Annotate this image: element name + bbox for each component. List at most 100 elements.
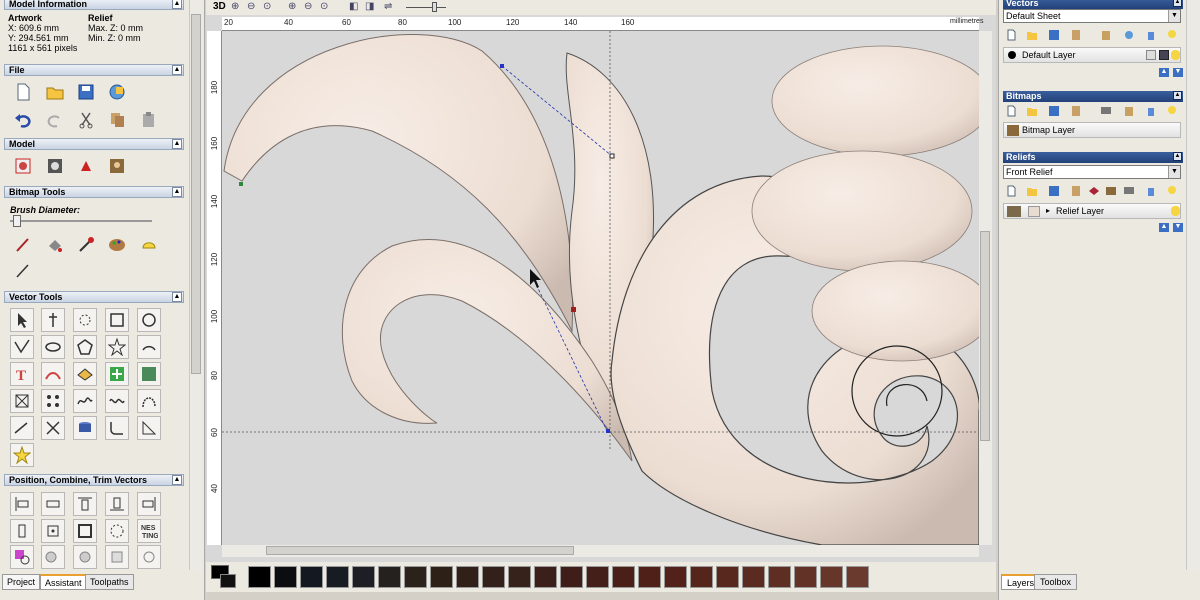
model-info-header[interactable]: Model Information ▲ [4, 0, 184, 10]
color-swatch[interactable] [430, 566, 453, 588]
color-swatch[interactable] [638, 566, 661, 588]
scroll-thumb[interactable] [980, 231, 990, 441]
scroll-thumb[interactable] [191, 14, 201, 374]
light-bulb-icon[interactable] [1171, 50, 1180, 60]
bitmap-monitor-icon[interactable] [1099, 105, 1113, 117]
relief-select[interactable]: Front Relief ▼ [1003, 165, 1181, 179]
clipboard-icon[interactable] [1099, 29, 1113, 41]
bitmap-properties-icon[interactable] [1069, 105, 1083, 117]
collapse-icon[interactable]: ▲ [172, 0, 182, 9]
copy-icon[interactable] [106, 109, 128, 131]
color-swatch[interactable] [508, 566, 531, 588]
file-header[interactable]: File ▲ [4, 64, 184, 76]
light-bulb-icon[interactable] [1165, 105, 1179, 117]
layer-visibility-icon[interactable] [1122, 29, 1136, 41]
collapse-icon[interactable]: ▲ [172, 139, 182, 149]
texture-icon[interactable] [137, 362, 161, 386]
vector-layer-row[interactable]: Default Layer [1003, 47, 1181, 63]
color-swatch[interactable] [456, 566, 479, 588]
control-point[interactable] [609, 153, 615, 159]
tab-toolpaths[interactable]: Toolpaths [85, 574, 134, 590]
circle-icon[interactable] [137, 308, 161, 332]
collapse-icon[interactable]: ▲ [1173, 152, 1182, 161]
light-bulb-icon[interactable] [1165, 185, 1179, 197]
calc-icon[interactable] [75, 155, 97, 177]
collapse-icon[interactable]: ▲ [1173, 91, 1182, 100]
collapse-icon[interactable]: ▲ [172, 475, 182, 485]
relief-combine-icon[interactable] [1087, 185, 1101, 197]
smooth-icon[interactable] [73, 389, 97, 413]
pencil-icon[interactable] [12, 260, 34, 282]
relief-layer-tools-icon[interactable] [1104, 185, 1118, 197]
nesting-icon[interactable]: NES TING [137, 519, 161, 543]
transform-icon[interactable] [73, 308, 97, 332]
paint-icon[interactable] [12, 234, 34, 256]
color-swatch[interactable] [612, 566, 635, 588]
open-layer-icon[interactable] [1025, 29, 1039, 41]
model-icon[interactable] [44, 155, 66, 177]
chevron-down-icon[interactable]: ▼ [1168, 10, 1180, 22]
open-relief-icon[interactable] [1025, 185, 1039, 197]
layer-pen-icon[interactable] [1159, 50, 1169, 60]
zoom-out-icon[interactable]: ⊖ [247, 1, 255, 12]
collapse-icon[interactable]: ▲ [172, 187, 182, 197]
open-bitmap-icon[interactable] [1025, 105, 1039, 117]
fill-icon[interactable] [44, 234, 66, 256]
trim-icon[interactable] [41, 416, 65, 440]
align-center-h-icon[interactable] [41, 492, 65, 516]
left-panel-scrollbar[interactable] [189, 0, 202, 570]
redo-icon[interactable] [44, 109, 66, 131]
collapse-icon[interactable]: ▲ [1173, 0, 1182, 7]
canvas-vscrollbar[interactable] [979, 31, 992, 545]
palette-icon[interactable] [106, 234, 128, 256]
intersect-icon[interactable] [105, 545, 129, 569]
center-v-icon[interactable] [10, 519, 34, 543]
tab-assistant[interactable]: Assistant [40, 574, 87, 590]
grid-icon[interactable] [10, 389, 34, 413]
star-icon[interactable] [105, 335, 129, 359]
selected-node[interactable] [571, 307, 576, 312]
save-layer-icon[interactable] [1047, 29, 1061, 41]
align-right-icon[interactable] [137, 492, 161, 516]
arc-icon[interactable] [137, 335, 161, 359]
layer-lock-icon[interactable] [1146, 50, 1156, 60]
bitmaps-header[interactable]: Bitmaps ▲ [1003, 91, 1183, 102]
model-header[interactable]: Model ▲ [4, 138, 184, 150]
color-swatch[interactable] [846, 566, 869, 588]
new-layer-icon[interactable] [1004, 29, 1018, 41]
rectangle-icon[interactable] [105, 308, 129, 332]
center-page-icon[interactable] [73, 519, 97, 543]
zoom-box-icon[interactable]: ⊕ [288, 1, 296, 12]
vectors-header[interactable]: Vectors ▲ [1003, 0, 1183, 9]
align-left-icon[interactable] [10, 492, 34, 516]
select-tool-icon[interactable] [10, 308, 34, 332]
color-swatch[interactable] [352, 566, 375, 588]
shape-fill-icon[interactable] [138, 234, 160, 256]
paste-icon[interactable] [138, 109, 160, 131]
color-swatch[interactable] [378, 566, 401, 588]
relief-icon[interactable] [12, 155, 34, 177]
move-down-icon[interactable]: ▼ [1173, 223, 1183, 232]
brush-slider-handle[interactable] [13, 215, 21, 227]
zoom-in-icon[interactable]: ⊕ [231, 1, 239, 12]
color-swatch[interactable] [248, 566, 271, 588]
color-swatch[interactable] [820, 566, 843, 588]
text-on-curve-icon[interactable] [41, 362, 65, 386]
offset-icon[interactable] [73, 362, 97, 386]
center-both-icon[interactable] [41, 519, 65, 543]
start-node[interactable] [239, 182, 243, 186]
control-point[interactable] [500, 64, 504, 68]
bitmap-tools-header[interactable]: Bitmap Tools ▲ [4, 186, 184, 198]
zoom-previous-icon[interactable]: ⊖ [304, 1, 312, 12]
zoom-fit-icon[interactable]: ⊙ [263, 1, 271, 12]
view-left-icon[interactable]: ◧ [349, 1, 358, 12]
expand-arrow-icon[interactable]: ▸ [1046, 204, 1050, 218]
save-bitmap-icon[interactable] [1047, 105, 1061, 117]
view-right-icon[interactable]: ◨ [365, 1, 374, 12]
color-swatch[interactable] [560, 566, 583, 588]
color-swatch[interactable] [326, 566, 349, 588]
delete-layer-icon[interactable] [1144, 29, 1158, 41]
align-bottom-icon[interactable] [105, 492, 129, 516]
polyline-icon[interactable] [10, 335, 34, 359]
save-relief-icon[interactable] [1047, 185, 1061, 197]
